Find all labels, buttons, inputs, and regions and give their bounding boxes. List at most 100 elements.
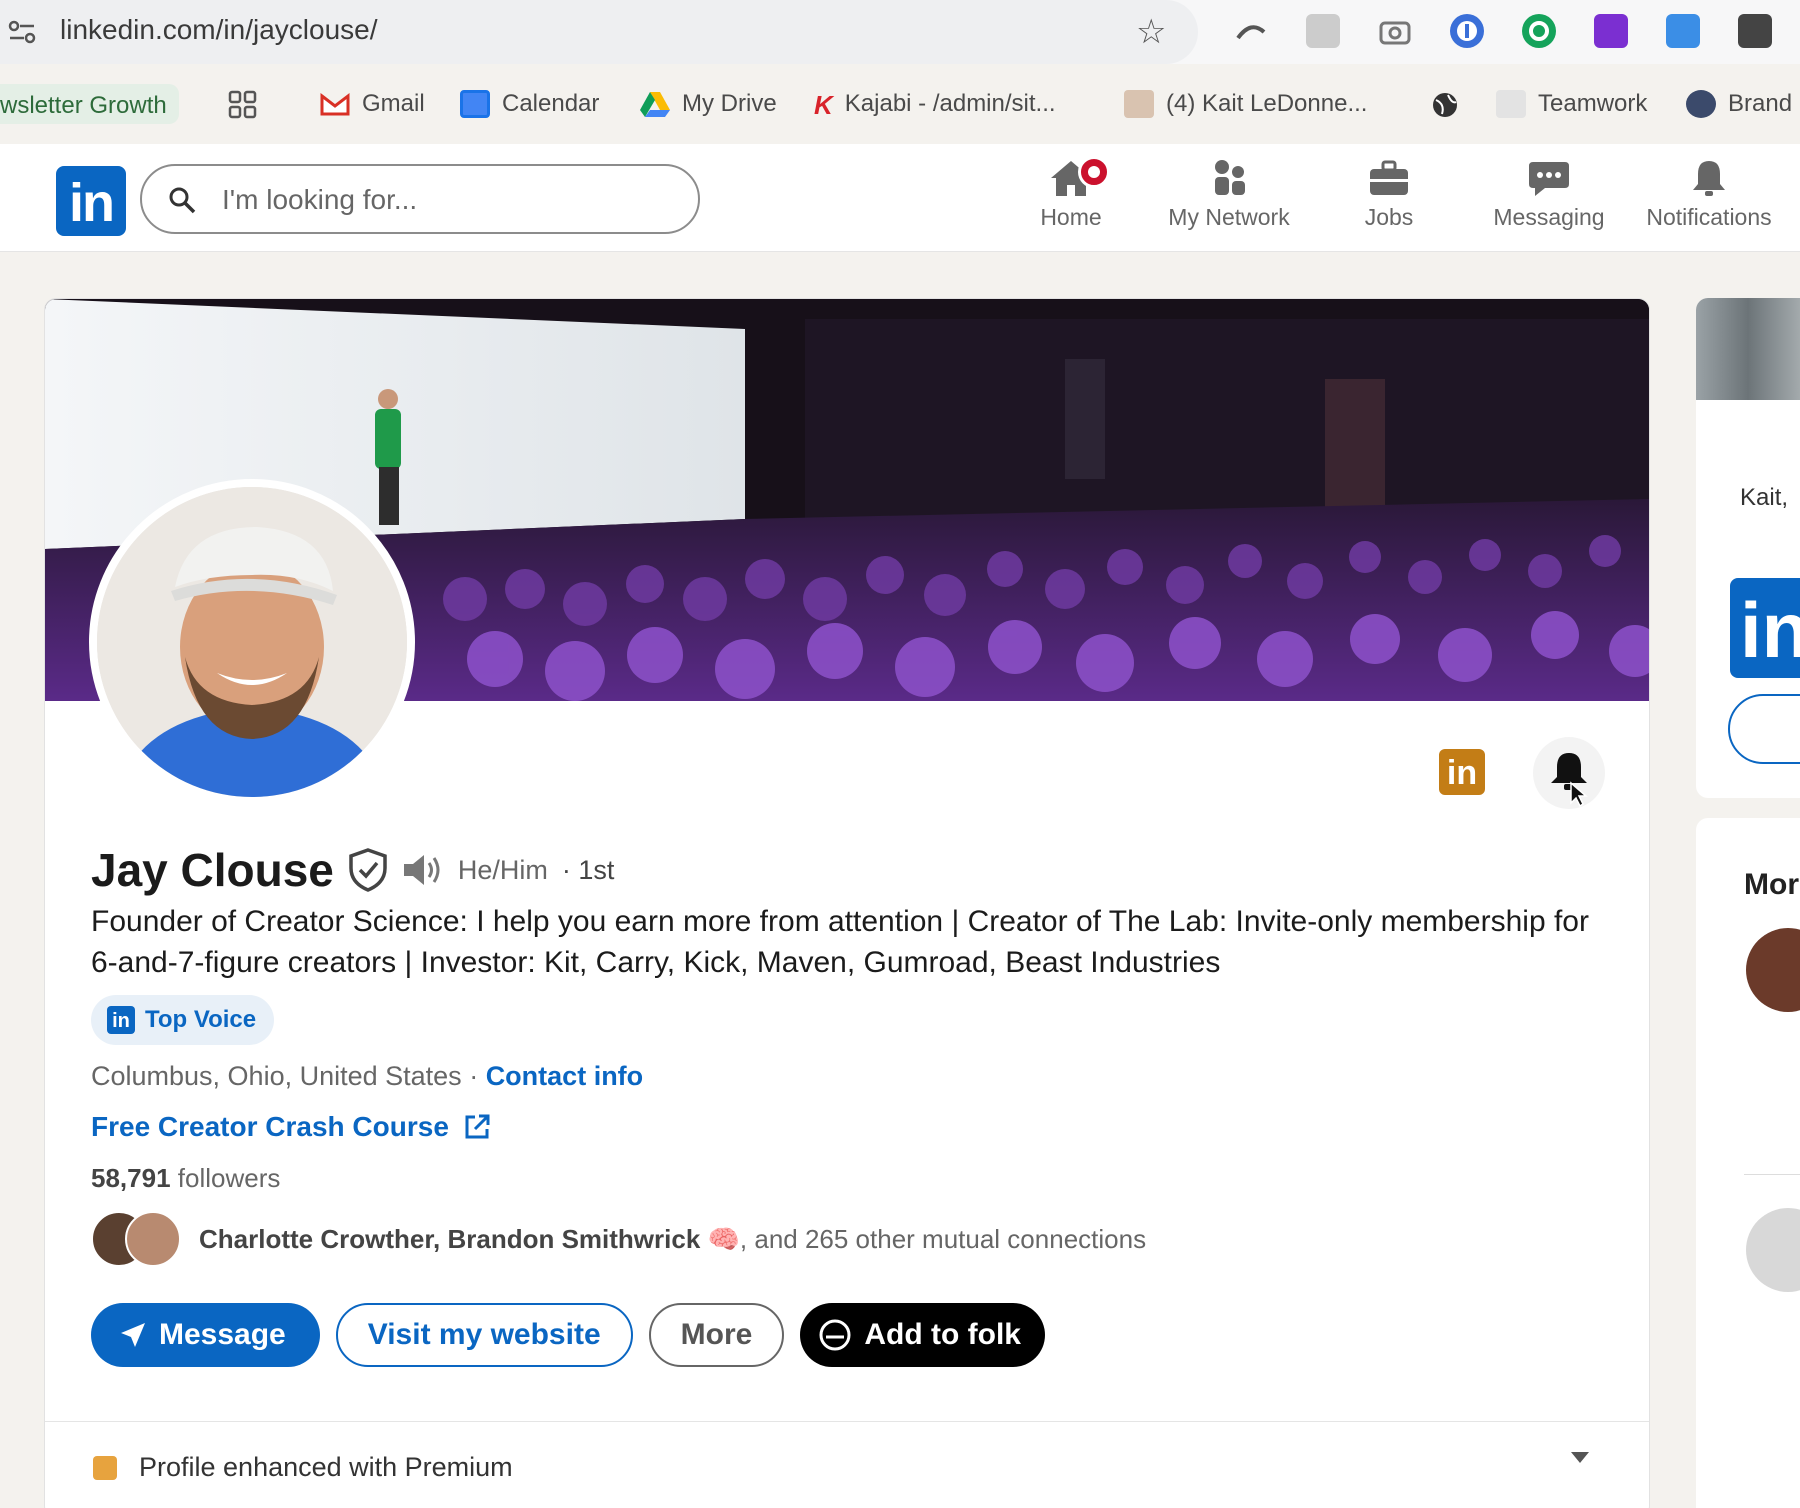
extension-password-icon[interactable]: [1450, 14, 1484, 48]
profile-actions: Message Visit my website More Add to fol…: [91, 1303, 1045, 1367]
bookmark-label: Teamwork: [1538, 90, 1648, 117]
profile-headline: Founder of Creator Science: I help you e…: [91, 905, 1589, 979]
location-row: Columbus, Ohio, United States · Contact …: [91, 1061, 643, 1092]
follow-bell-button[interactable]: [1533, 737, 1605, 809]
extension-purple-icon[interactable]: [1594, 14, 1628, 48]
url-text[interactable]: linkedin.com/in/jayclouse/: [60, 14, 378, 46]
premium-section[interactable]: Profile enhanced with Premium: [45, 1421, 1649, 1508]
sidebar-promo-card: Kait, in: [1696, 298, 1800, 798]
nav-notifications[interactable]: Notifications: [1634, 158, 1784, 231]
gmail-icon: [320, 92, 350, 116]
bookmark-gmail[interactable]: Gmail: [320, 90, 425, 118]
send-icon: [121, 1323, 145, 1347]
extension-arc-icon[interactable]: [1234, 14, 1268, 48]
avatar: [125, 1211, 181, 1267]
connection-degree: · 1st: [561, 854, 615, 885]
external-link-icon: [465, 1114, 490, 1139]
bookmark-calendar[interactable]: Calendar: [460, 90, 599, 118]
nav-label: Jobs: [1364, 204, 1414, 230]
extension-puzzle-icon[interactable]: [1306, 14, 1340, 48]
linkedin-logo[interactable]: in: [56, 166, 126, 236]
visit-website-button[interactable]: Visit my website: [335, 1303, 633, 1367]
add-to-folk-label: Add to folk: [864, 1318, 1021, 1351]
profile-name: Jay Clouse: [91, 844, 334, 896]
message-button[interactable]: Message: [91, 1303, 320, 1367]
browser-toolbar: linkedin.com/in/jayclouse/ ☆: [0, 0, 1800, 64]
chevron-down-icon[interactable]: [1571, 1452, 1589, 1463]
kajabi-icon: K: [814, 90, 833, 120]
linkedin-icon: in: [107, 1006, 135, 1034]
linkedin-navbar: in Home My Network Jobs Messaging Notifi…: [0, 144, 1800, 252]
network-icon: [1215, 160, 1245, 195]
more-button[interactable]: More: [648, 1303, 785, 1367]
contact-info-link[interactable]: Contact info: [486, 1061, 643, 1091]
brand-icon: [1686, 90, 1716, 118]
message-label: Message: [159, 1318, 286, 1351]
sidebar-section-title: Mor: [1744, 868, 1799, 901]
extension-grammarly-icon[interactable]: [1522, 14, 1556, 48]
avatar[interactable]: [1746, 928, 1800, 1012]
address-bar[interactable]: linkedin.com/in/jayclouse/ ☆: [0, 0, 1198, 64]
nav-label: Messaging: [1493, 204, 1605, 230]
teamwork-icon: [1496, 90, 1526, 118]
linkedin-premium-icon[interactable]: in: [1439, 749, 1485, 795]
bookmark-brand[interactable]: Brand: [1686, 90, 1792, 118]
bookmark-label: Calendar: [502, 90, 600, 117]
sidebar-greeting: Kait,: [1740, 484, 1789, 511]
sidebar-more-profiles: Mor: [1696, 818, 1800, 1508]
top-voice-badge[interactable]: in Top Voice: [91, 995, 275, 1045]
profile-avatar[interactable]: [89, 479, 415, 805]
add-to-folk-button[interactable]: Add to folk: [800, 1303, 1045, 1367]
avatar[interactable]: [1746, 1208, 1800, 1292]
briefcase-icon: [1370, 160, 1408, 195]
divider: [1744, 1174, 1800, 1175]
mutual-connections[interactable]: Charlotte Crowther, Brandon Smithwrick 🧠…: [91, 1211, 1146, 1267]
verified-shield-icon[interactable]: [348, 848, 388, 892]
bookmarks-bar: wsletter Growth Gmail Calendar My Drive …: [0, 76, 1800, 134]
bookmark-star-icon[interactable]: ☆: [1136, 12, 1166, 52]
bookmark-folder[interactable]: wsletter Growth: [0, 84, 179, 124]
mutual-rest: , and 265 other mutual connections: [739, 1223, 1147, 1254]
extension-dark-icon[interactable]: [1738, 14, 1772, 48]
nav-label: My Network: [1168, 204, 1290, 230]
pronunciation-speaker-icon[interactable]: [402, 853, 444, 887]
messaging-icon: [1529, 162, 1569, 196]
brain-emoji-icon: 🧠: [707, 1223, 740, 1254]
nav-jobs[interactable]: Jobs: [1314, 158, 1464, 231]
site-settings-icon[interactable]: [8, 19, 36, 45]
mutual-names: Charlotte Crowther, Brandon Smithwrick: [199, 1223, 701, 1254]
bell-icon: [1693, 161, 1725, 196]
bookmark-drive[interactable]: My Drive: [640, 90, 777, 118]
bookmark-label: Kajabi - /admin/sit...: [844, 90, 1056, 117]
profile-card: in Jay Clouse He/Him · 1st Founder of Cr…: [44, 298, 1650, 1508]
linkedin-logo: in: [1730, 578, 1800, 678]
calendar-icon: [460, 90, 490, 118]
separator: ·: [461, 1061, 486, 1091]
bookmark-label: Gmail: [362, 90, 425, 117]
name-row: Jay Clouse He/Him · 1st: [91, 843, 614, 897]
mutual-connections-text: Charlotte Crowther, Brandon Smithwrick 🧠…: [199, 1224, 1146, 1255]
bookmark-kait[interactable]: (4) Kait LeDonne...: [1124, 90, 1367, 118]
nav-home[interactable]: Home: [996, 156, 1146, 231]
sidebar-promo-button[interactable]: [1728, 694, 1800, 764]
bookmark-teamwork[interactable]: Teamwork: [1496, 90, 1647, 118]
drive-icon: [640, 92, 670, 117]
bell-icon: [1551, 753, 1589, 808]
nav-messaging[interactable]: Messaging: [1474, 158, 1624, 231]
extension-camera-icon[interactable]: [1378, 14, 1412, 48]
search-input[interactable]: [222, 180, 672, 220]
followers-number: 58,791: [91, 1163, 171, 1193]
nav-label: Home: [1040, 204, 1102, 230]
pronouns: He/Him: [457, 854, 548, 885]
bookmark-kajabi[interactable]: K Kajabi - /admin/sit...: [814, 90, 1056, 120]
globe-icon[interactable]: [1430, 90, 1460, 120]
bookmark-label: My Drive: [682, 90, 777, 117]
nav-my-network[interactable]: My Network: [1154, 158, 1304, 231]
sidebar-promo-image: [1696, 298, 1800, 400]
premium-icon: [93, 1456, 117, 1480]
website-link[interactable]: Free Creator Crash Course: [91, 1111, 491, 1143]
search-box[interactable]: [140, 164, 700, 234]
location: Columbus, Ohio, United States: [91, 1061, 462, 1091]
extension-blue-icon[interactable]: [1666, 14, 1700, 48]
apps-grid-icon[interactable]: [228, 90, 258, 120]
